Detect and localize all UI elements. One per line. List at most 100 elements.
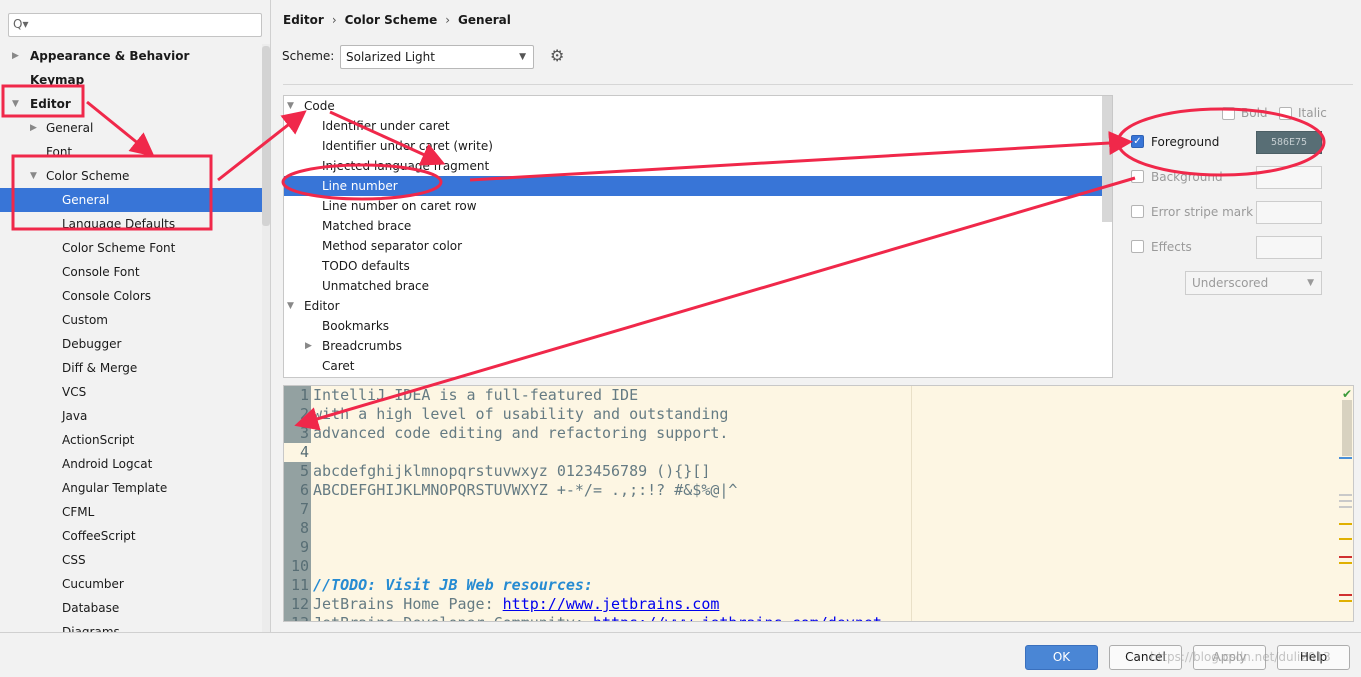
effects-label: Effects [1151, 240, 1192, 254]
attr-label: Method separator color [322, 239, 463, 253]
error-stripe-mark[interactable] [1339, 523, 1352, 525]
error-stripe-checkbox[interactable] [1131, 205, 1144, 218]
sidebar-item-angular-template[interactable]: Angular Template [0, 476, 262, 500]
code-line: JetBrains Developer Community: https://w… [313, 614, 882, 621]
error-stripe-mark[interactable] [1339, 556, 1352, 558]
attr-bookmarks[interactable]: Bookmarks [284, 316, 1112, 336]
collapse-arrow-icon[interactable]: ▼ [287, 96, 294, 116]
attr-identifier-under-caret[interactable]: Identifier under caret [284, 116, 1112, 136]
sidebar-item-color-scheme-font[interactable]: Color Scheme Font [0, 236, 262, 260]
collapse-arrow-icon[interactable]: ▼ [30, 164, 37, 188]
error-stripe-mark[interactable] [1339, 500, 1352, 502]
ok-button[interactable]: OK [1025, 645, 1098, 670]
effects-checkbox[interactable] [1131, 240, 1144, 253]
attr-injected-language-fragment[interactable]: Injected language fragment [284, 156, 1112, 176]
attr-label: Breadcrumbs [322, 339, 402, 353]
preview-editor[interactable]: 1 2 3 4 5 6 7 8 9 10 11 12 13 IntelliJ I… [283, 385, 1354, 622]
sidebar-item-android-logcat[interactable]: Android Logcat [0, 452, 262, 476]
sidebar-item-label: ActionScript [62, 433, 135, 447]
attr-unmatched-brace[interactable]: Unmatched brace [284, 276, 1112, 296]
sidebar-item-cfml[interactable]: CFML [0, 500, 262, 524]
chevron-down-icon: ▼ [519, 52, 526, 62]
sidebar-item-vcs[interactable]: VCS [0, 380, 262, 404]
attr-todo-defaults[interactable]: TODO defaults [284, 256, 1112, 276]
sidebar-item-label: Debugger [62, 337, 122, 351]
attr-method-separator-color[interactable]: Method separator color [284, 236, 1112, 256]
attr-label: Injected language fragment [322, 159, 490, 173]
attributes-tree[interactable]: ▼ Code Identifier under caret Identifier… [283, 95, 1113, 378]
attr-group-code[interactable]: ▼ Code [284, 96, 1112, 116]
attr-identifier-under-caret-write[interactable]: Identifier under caret (write) [284, 136, 1112, 156]
collapse-arrow-icon[interactable]: ▼ [12, 92, 19, 116]
italic-label: Italic [1298, 106, 1327, 120]
expand-arrow-icon[interactable]: ▶ [305, 336, 312, 356]
error-stripe-mark[interactable] [1339, 457, 1352, 459]
sidebar-item-diff-merge[interactable]: Diff & Merge [0, 356, 262, 380]
sidebar-item-debugger[interactable]: Debugger [0, 332, 262, 356]
sidebar-item-console-font[interactable]: Console Font [0, 260, 262, 284]
attr-group-editor[interactable]: ▼ Editor [284, 296, 1112, 316]
scheme-select[interactable]: Solarized Light ▼ [340, 45, 534, 69]
sidebar-item-java[interactable]: Java [0, 404, 262, 428]
error-stripe-mark[interactable] [1339, 538, 1352, 540]
settings-search-input[interactable]: Q▾ [8, 13, 262, 37]
attr-matched-brace[interactable]: Matched brace [284, 216, 1112, 236]
sidebar-item-label: Diagrams [62, 625, 120, 632]
code-text: JetBrains Home Page: [313, 595, 503, 613]
sidebar-item-language-defaults[interactable]: Language Defaults [0, 212, 262, 236]
sidebar-item-font[interactable]: Font [0, 140, 262, 164]
attributes-scrollbar-thumb[interactable] [1102, 96, 1112, 222]
effects-color-swatch[interactable] [1256, 236, 1322, 259]
sidebar-item-appearance[interactable]: ▶ Appearance & Behavior [0, 44, 262, 68]
line-number: 6 [299, 481, 309, 499]
preview-scrollbar-thumb[interactable] [1342, 400, 1352, 456]
sidebar-item-actionscript[interactable]: ActionScript [0, 428, 262, 452]
sidebar-item-color-scheme-general[interactable]: General [0, 188, 262, 212]
effect-type-select[interactable]: Underscored ▼ [1185, 271, 1322, 295]
error-stripe-mark[interactable] [1339, 506, 1352, 508]
sidebar-item-label: CFML [62, 505, 95, 519]
collapse-arrow-icon[interactable]: ▼ [287, 296, 294, 316]
jetbrains-home-link[interactable]: http://www.jetbrains.com [503, 595, 720, 613]
sidebar-item-diagrams[interactable]: Diagrams [0, 620, 262, 632]
sidebar-item-database[interactable]: Database [0, 596, 262, 620]
error-stripe-mark[interactable] [1339, 494, 1352, 496]
line-number: 7 [299, 500, 309, 518]
gear-icon[interactable]: ⚙ [550, 48, 564, 64]
foreground-color-swatch[interactable]: 586E75 [1256, 131, 1322, 154]
sidebar-item-editor-general[interactable]: ▶ General [0, 116, 262, 140]
bold-checkbox[interactable] [1222, 107, 1235, 120]
expand-arrow-icon[interactable]: ▶ [30, 116, 37, 140]
background-checkbox[interactable] [1131, 170, 1144, 183]
error-stripe-mark[interactable] [1339, 594, 1352, 596]
error-stripe-mark[interactable] [1339, 562, 1352, 564]
sidebar-item-editor[interactable]: ▼ Editor [0, 92, 262, 116]
sidebar-item-label: Font [46, 145, 73, 159]
sidebar-item-custom[interactable]: Custom [0, 308, 262, 332]
sidebar-item-label: CSS [62, 553, 86, 567]
attr-breadcrumbs[interactable]: ▶ Breadcrumbs [284, 336, 1112, 356]
sidebar-item-console-colors[interactable]: Console Colors [0, 284, 262, 308]
sidebar-item-color-scheme[interactable]: ▼ Color Scheme [0, 164, 262, 188]
sidebar-item-label: Keymap [30, 73, 85, 87]
sidebar-item-css[interactable]: CSS [0, 548, 262, 572]
attr-caret[interactable]: Caret [284, 356, 1112, 376]
sidebar-item-label: Android Logcat [62, 457, 153, 471]
sidebar-scrollbar-thumb[interactable] [262, 46, 270, 226]
attr-label: Unmatched brace [322, 279, 430, 293]
background-color-swatch[interactable] [1256, 166, 1322, 189]
sidebar-item-label: Console Colors [62, 289, 152, 303]
sidebar-item-cucumber[interactable]: Cucumber [0, 572, 262, 596]
foreground-checkbox[interactable]: ✓ [1131, 135, 1144, 148]
scheme-select-value: Solarized Light [346, 50, 435, 64]
sidebar-item-keymap[interactable]: Keymap [0, 68, 262, 92]
italic-checkbox[interactable] [1279, 107, 1292, 120]
attr-line-number[interactable]: Line number [284, 176, 1112, 196]
error-stripe-mark[interactable] [1339, 600, 1352, 602]
error-stripe-label: Error stripe mark [1151, 205, 1254, 219]
jetbrains-community-link[interactable]: https://www.jetbrains.com/devnet [593, 614, 882, 621]
sidebar-item-coffeescript[interactable]: CoffeeScript [0, 524, 262, 548]
attr-line-number-caret-row[interactable]: Line number on caret row [284, 196, 1112, 216]
expand-arrow-icon[interactable]: ▶ [12, 44, 19, 68]
error-stripe-color-swatch[interactable] [1256, 201, 1322, 224]
